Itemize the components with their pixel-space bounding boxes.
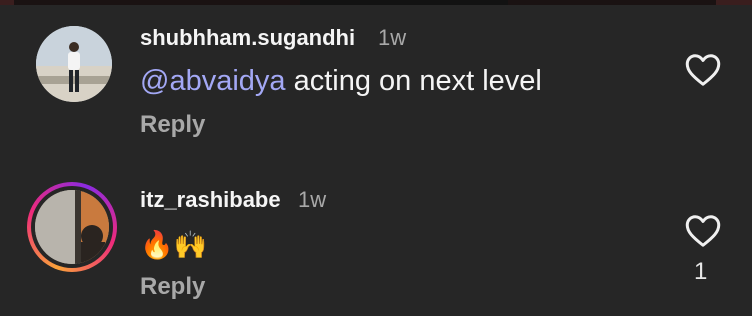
comment-emoji-text: 🔥🙌 bbox=[140, 230, 208, 260]
avatar[interactable] bbox=[36, 26, 112, 102]
comment-mention[interactable]: @abvaidya bbox=[140, 65, 286, 97]
heart-outline-icon[interactable] bbox=[685, 214, 721, 248]
comment-time: 1w bbox=[378, 25, 407, 50]
comment-username[interactable]: shubhham.sugandhi bbox=[140, 25, 355, 51]
comment-time: 1w bbox=[298, 187, 327, 212]
avatar-photo bbox=[36, 26, 112, 102]
avatar-photo bbox=[35, 190, 109, 264]
heart-icon-shape bbox=[685, 54, 721, 86]
like-count: 1 bbox=[694, 258, 708, 285]
reply-button[interactable]: Reply bbox=[140, 111, 205, 139]
heart-outline-icon[interactable] bbox=[685, 53, 721, 87]
avatar[interactable] bbox=[35, 190, 109, 264]
comment-body: acting on next level bbox=[285, 65, 542, 97]
comment-text: @abvaidya acting on next level bbox=[140, 65, 542, 98]
heart-icon-shape bbox=[685, 215, 721, 247]
comment-item: shubhham.sugandhi 1w @abvaidya acting on… bbox=[0, 5, 752, 165]
reply-button[interactable]: Reply bbox=[140, 273, 205, 301]
comment-item: itz_rashibabe 1w 🔥🙌 Reply 1 bbox=[0, 165, 752, 316]
comment-username[interactable]: itz_rashibabe bbox=[140, 187, 281, 213]
